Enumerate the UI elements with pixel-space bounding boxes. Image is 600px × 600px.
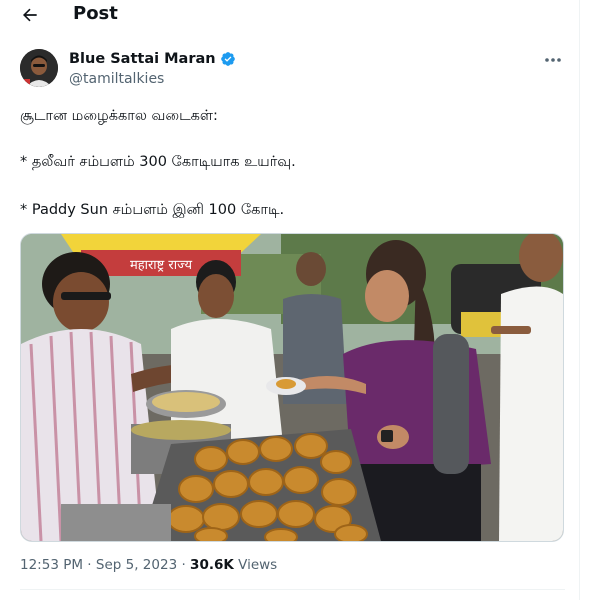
views-count: 30.6K (190, 557, 234, 573)
street-food-vendor-photo: महाराष्ट्र राज्य (21, 234, 563, 541)
tweet-photo[interactable]: महाराष्ट्र राज्य (20, 233, 564, 542)
page-title: Post (73, 3, 118, 24)
tweet-time[interactable]: 12:53 PM (20, 557, 83, 573)
verified-badge-icon (220, 52, 235, 66)
author-name-row: Blue Sattai Maran (69, 49, 236, 69)
more-options-button[interactable] (543, 52, 563, 68)
tweet-date[interactable]: Sep 5, 2023 (96, 557, 177, 573)
avatar[interactable] (20, 49, 58, 87)
tweet-line: சூடான மழைக்கால வடைகள்: (20, 108, 218, 124)
meta-separator: · (87, 557, 92, 573)
views-label: Views (238, 557, 278, 573)
top-bar: Post (0, 0, 579, 30)
divider (20, 589, 565, 590)
tweet-line: * Paddy Sun சம்பளம் இனி 100 கோடி. (20, 202, 285, 218)
avatar-image (20, 49, 58, 87)
author-name[interactable]: Blue Sattai Maran (69, 49, 216, 69)
banner-text: महाराष्ट्र राज्य (130, 258, 193, 273)
back-arrow-icon (23, 8, 37, 22)
meta-separator: · (181, 557, 186, 573)
more-dots-icon (545, 58, 561, 62)
tweet-meta: 12:53 PM · Sep 5, 2023 · 30.6K Views (20, 556, 277, 574)
back-button[interactable] (18, 3, 42, 27)
author-handle[interactable]: @tamiltalkies (69, 70, 164, 88)
tweet-line: * தலீவர் சம்பளம் 300 கோடியாக உயர்வு. (20, 154, 296, 170)
post-detail-panel: Post Blue Sattai Maran @tamiltalkies சூட… (0, 0, 580, 600)
